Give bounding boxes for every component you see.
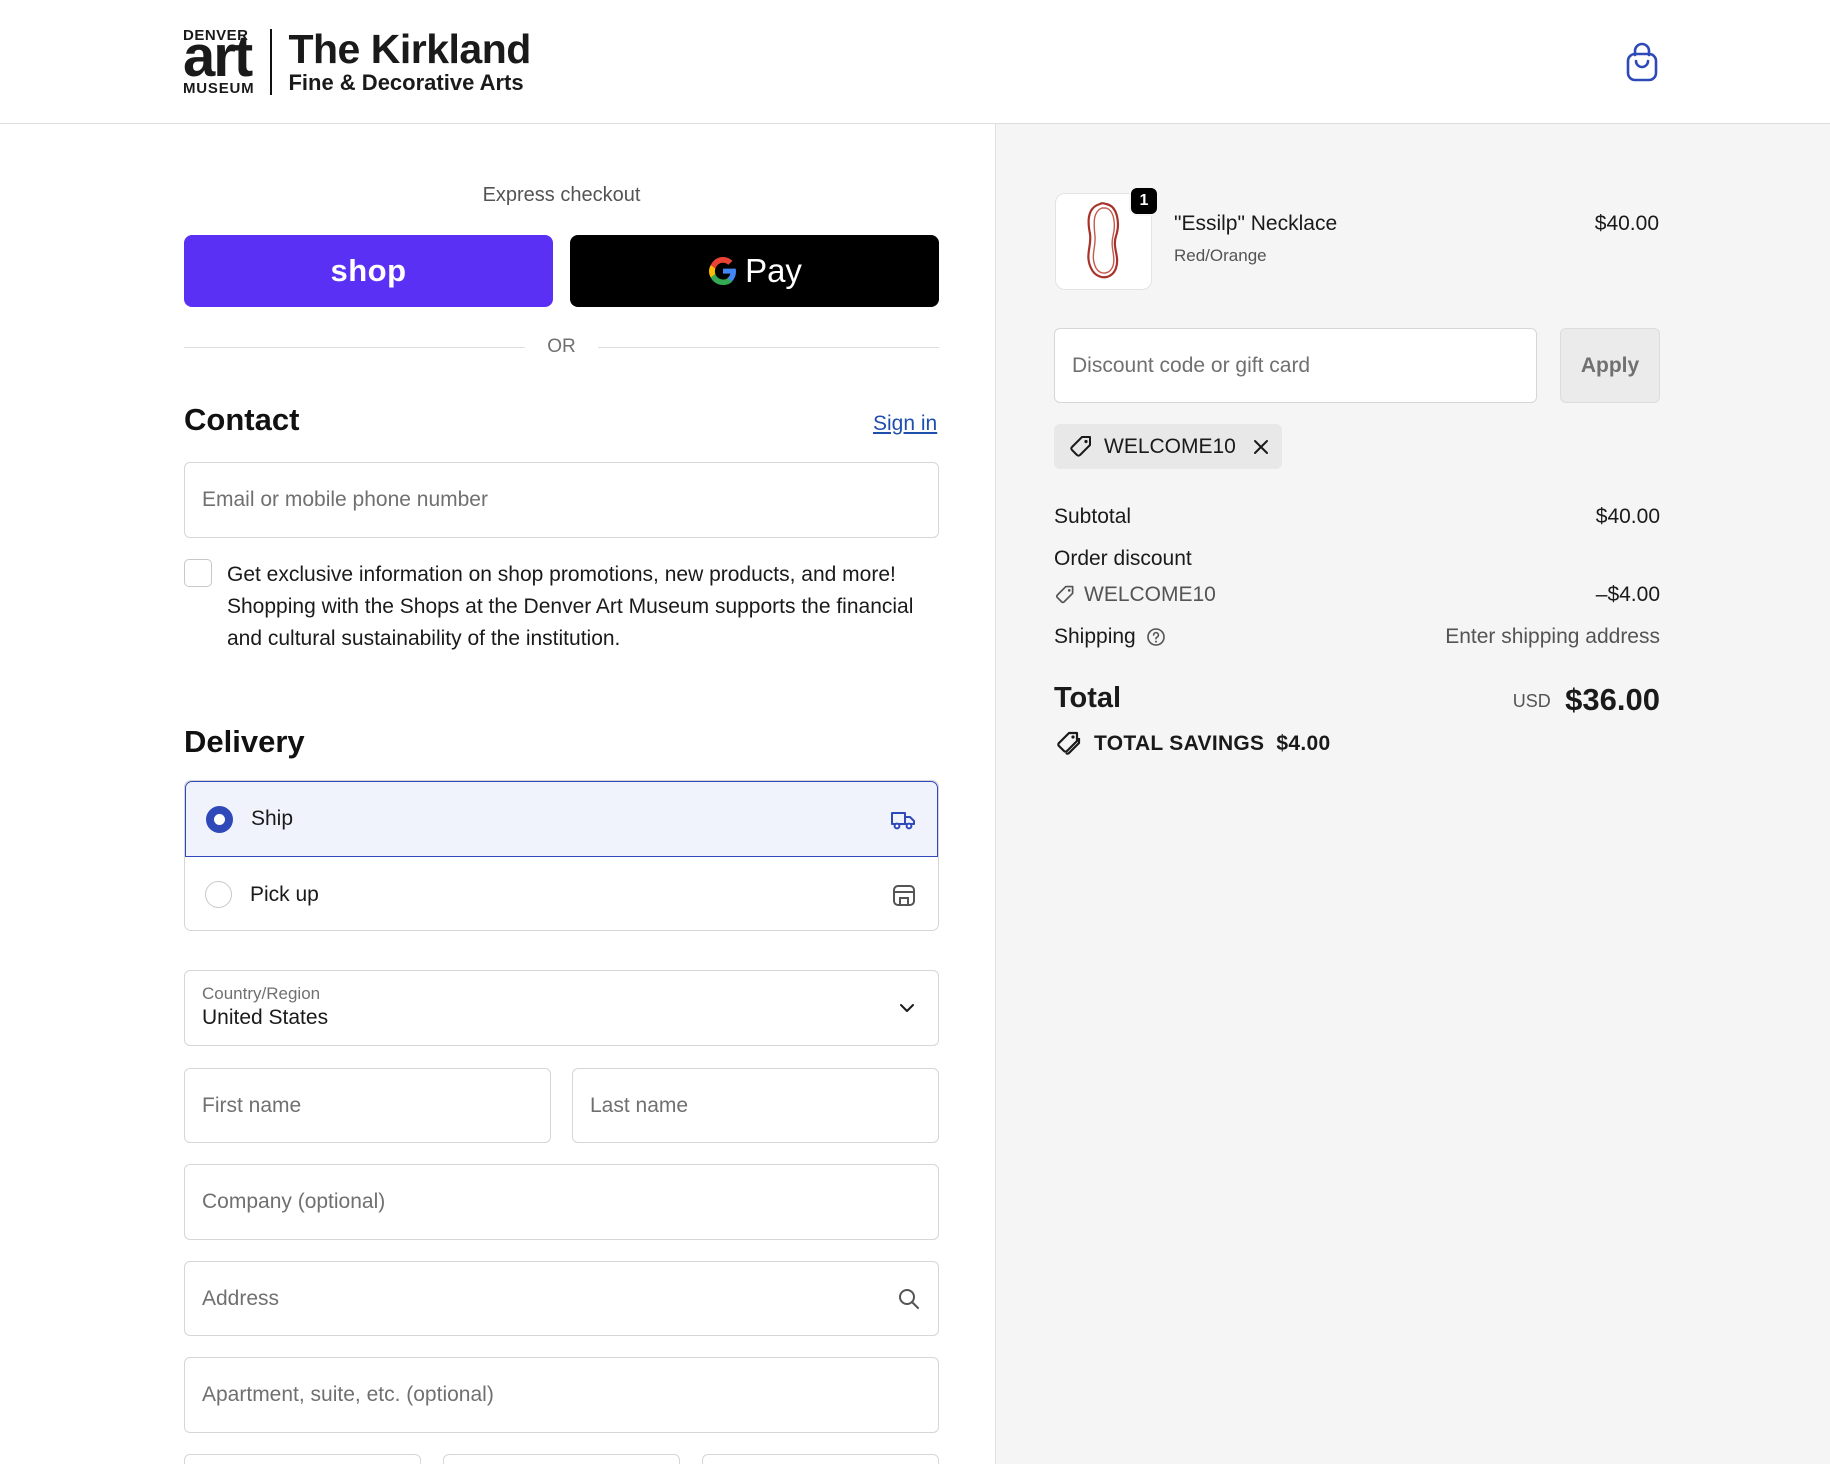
tags-icon [1057,731,1081,755]
subtotal-label: Subtotal [1054,505,1132,528]
apartment-field[interactable] [184,1357,939,1433]
order-discount-value: –$4.00 [1595,583,1660,606]
total-savings-label: TOTAL SAVINGS [1094,732,1265,755]
company-field[interactable] [184,1164,939,1240]
shopping-bag-icon [1626,42,1658,82]
subtotal-value: $40.00 [1595,505,1660,528]
store-subtitle: Fine & Decorative Arts [288,70,524,95]
order-summary-panel [995,124,1830,1464]
store-icon [893,884,915,906]
store-logo[interactable]: DENVER art MUSEUM The Kirkland Fine & De… [183,24,531,97]
denver-art-museum-logo: DENVER art MUSEUM [183,24,255,97]
first-name-input[interactable] [202,1093,533,1118]
google-pay-button[interactable]: Pay [570,235,939,307]
last-name-input[interactable] [590,1093,921,1118]
truck-icon [891,812,915,830]
zip-field[interactable] [702,1454,939,1464]
pickup-label: Pick up [250,882,319,906]
delivery-heading: Delivery [184,724,305,759]
delivery-option-ship[interactable]: Ship [185,781,938,857]
total-savings: TOTAL SAVINGS $4.00 [1054,730,1330,758]
apply-discount-button[interactable]: Apply [1560,328,1660,403]
google-pay-label: Pay [745,252,802,289]
chevron-down-icon [900,1004,914,1012]
site-header: DENVER art MUSEUM The Kirkland Fine & De… [0,0,1830,124]
total-savings-value: $4.00 [1276,732,1331,755]
city-field[interactable] [184,1454,421,1464]
applied-discount-code: WELCOME10 [1104,434,1236,458]
express-checkout-label: Express checkout [482,184,641,206]
shop-pay-button[interactable]: shop [184,235,553,307]
search-icon[interactable] [897,1287,921,1311]
order-discount-label: Order discount [1054,547,1192,570]
ship-radio[interactable] [206,805,233,833]
logo-divider [270,29,273,95]
shop-pay-label: shop [330,253,407,288]
kirkland-logo: The Kirkland Fine & Decorative Arts [288,26,531,96]
email-input[interactable] [202,488,921,512]
contact-heading: Contact [184,402,300,437]
logo-museum-text: MUSEUM [183,80,255,97]
email-field[interactable] [184,462,939,538]
address-field[interactable] [184,1261,939,1336]
ship-label: Ship [251,807,294,830]
apartment-input[interactable] [202,1383,921,1407]
store-name: The Kirkland [288,26,531,72]
google-g-icon [709,257,737,285]
close-icon [1253,439,1268,454]
promo-opt-in-checkbox[interactable] [184,559,212,587]
address-input[interactable] [202,1286,897,1311]
sign-in-link[interactable]: Sign in [873,412,937,436]
total-amount: USD $36.00 [1300,682,1660,718]
state-field[interactable] [443,1454,680,1464]
country-region-value: United States [202,1006,329,1029]
or-label: OR [547,336,576,357]
help-icon[interactable] [1146,627,1166,647]
or-divider: OR [184,334,939,360]
discount-code-field[interactable] [1054,328,1537,403]
applied-discount-chip: WELCOME10 [1054,424,1282,469]
last-name-field[interactable] [572,1068,939,1143]
order-discount-code: WELCOME10 [1084,583,1216,606]
shipping-row: Shipping [1054,625,1166,649]
quantity-badge: 1 [1129,186,1159,216]
promo-opt-in-label: Get exclusive information on shop promot… [227,563,914,650]
pickup-radio[interactable] [205,881,232,908]
tag-icon [1055,585,1074,604]
total-value: $36.00 [1565,682,1660,717]
product-variant: Red/Orange [1174,246,1267,265]
delivery-method-selector: Ship Pick up [184,780,939,931]
shipping-label: Shipping [1054,625,1136,648]
order-discount-code-row: WELCOME10 [1054,583,1216,607]
total-label: Total [1054,682,1122,714]
tag-icon [1070,435,1091,457]
total-currency: USD [1512,691,1551,711]
country-region-select[interactable]: Country/Region United States [184,970,939,1046]
shipping-value: Enter shipping address [1445,625,1660,648]
first-name-field[interactable] [184,1068,551,1143]
company-input[interactable] [202,1190,921,1214]
cart-button[interactable] [1624,42,1660,82]
discount-code-input[interactable] [1072,353,1519,378]
product-price: $40.00 [1594,212,1659,235]
country-region-label: Country/Region [202,984,321,1003]
delivery-option-pickup[interactable]: Pick up [185,857,938,930]
logo-art-text: art [183,24,253,89]
remove-discount-button[interactable] [1252,438,1270,456]
